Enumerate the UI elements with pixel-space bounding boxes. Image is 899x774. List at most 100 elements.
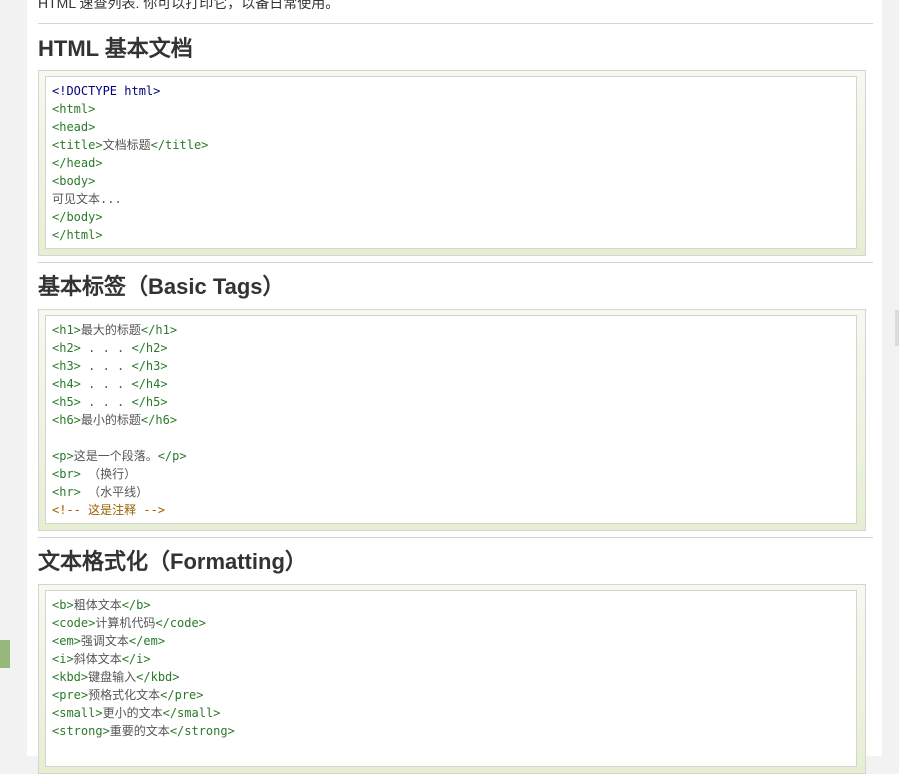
code-line: </html> [52, 226, 856, 244]
code-open-tag: <br> [52, 467, 81, 481]
code-text: 强调文本 [80, 634, 129, 648]
left-accent-bar [0, 640, 10, 668]
code-close-tag: </h2> [131, 341, 168, 355]
code-block: <!DOCTYPE html> <html> <head> <title>文档标题</… [45, 76, 857, 249]
code-text: （水平线） [80, 485, 149, 499]
code-text: 斜体文本 [73, 652, 122, 666]
code-text: 文档标题 [102, 138, 151, 152]
code-line: <body> [52, 172, 856, 190]
code-open-tag: <em> [52, 634, 81, 648]
section-title-basic-tags: 基本标签（Basic Tags） [38, 274, 285, 299]
code-line: <h2> . . . </h2> [52, 339, 856, 357]
code-line: <!DOCTYPE html> [52, 82, 856, 100]
example-box-formatting: <b>粗体文本</b> <code>计算机代码</code> <em>强调文本</e… [38, 584, 866, 774]
code-close-tag: </code> [155, 616, 206, 630]
code-line: <b>粗体文本</b> [52, 596, 856, 614]
code-tag: </body> [52, 210, 103, 224]
code-close-tag: </pre> [160, 688, 204, 702]
code-open-tag: <b> [52, 598, 74, 612]
code-open-tag: <pre> [52, 688, 89, 702]
code-close-tag: </h6> [140, 413, 178, 427]
code-tag: </head> [52, 156, 103, 170]
code-text: 粗体文本 [73, 598, 122, 612]
code-line: <em>强调文本</em> [52, 632, 856, 650]
code-text: 最小的标题 [80, 413, 141, 427]
code-line: <html> [52, 100, 856, 118]
code-open-tag: <code> [52, 616, 96, 630]
code-doctype: <!DOCTYPE html> [52, 84, 161, 98]
code-line: <small>更小的文本</small> [52, 704, 856, 722]
code-text: 可见文本... [52, 192, 122, 206]
code-line: </body> [52, 208, 856, 226]
code-line: <head> [52, 118, 856, 136]
code-line: <i>斜体文本</i> [52, 650, 856, 668]
code-text: . . . [80, 395, 132, 409]
code-open-tag: <hr> [52, 485, 81, 499]
code-line: <h6>最小的标题</h6> [52, 411, 856, 429]
divider [38, 262, 873, 263]
code-close-tag: </p> [157, 449, 187, 463]
code-line: <p>这是一个段落。</p> [52, 447, 856, 465]
example-box-basic-tags: <h1>最大的标题</h1> <h2> . . . </h2> <h3> . . .… [38, 309, 866, 531]
code-block: <h1>最大的标题</h1> <h2> . . . </h2> <h3> . . .… [45, 315, 857, 524]
code-line: <h3> . . . </h3> [52, 357, 856, 375]
code-text: 最大的标题 [80, 323, 141, 337]
code-line: 可见文本... [52, 190, 856, 208]
code-text: 重要的文本 [109, 724, 170, 738]
code-line: <kbd>键盘输入</kbd> [52, 668, 856, 686]
code-text: . . . [80, 377, 132, 391]
code-tag: <html> [52, 102, 96, 116]
code-line: <pre>预格式化文本</pre> [52, 686, 856, 704]
main-content: HTML 速查列表. 你可以打印它，以备日常使用。 HTML 基本文档 <!DO… [27, 0, 882, 774]
code-text: . . . [80, 341, 132, 355]
code-open-tag: <small> [52, 706, 103, 720]
code-text: 更小的文本 [102, 706, 163, 720]
code-close-tag: </i> [121, 652, 151, 666]
code-line: <strong>重要的文本</strong> [52, 722, 856, 740]
code-tag: <body> [52, 174, 96, 188]
code-close-tag: </h1> [140, 323, 178, 337]
code-text: 计算机代码 [95, 616, 156, 630]
code-close-tag: </em> [128, 634, 166, 648]
section-title-formatting: 文本格式化（Formatting） [38, 549, 307, 574]
code-open-tag: <strong> [52, 724, 110, 738]
code-line: <title>文档标题</title> [52, 136, 856, 154]
code-open-tag: <h6> [52, 413, 81, 427]
code-text: 这是一个段落。 [73, 449, 158, 463]
code-line: <!-- 这是注释 --> [52, 501, 856, 519]
code-open-tag: <h4> [52, 377, 81, 391]
example-box-basic-document: <!DOCTYPE html> <html> <head> <title>文档标题</… [38, 70, 866, 256]
code-close-tag: </small> [162, 706, 221, 720]
code-text: 预格式化文本 [88, 688, 161, 702]
divider [38, 537, 873, 538]
code-open-tag: <h1> [52, 323, 81, 337]
code-block: <b>粗体文本</b> <code>计算机代码</code> <em>强调文本</e… [45, 590, 857, 767]
code-line: <h1>最大的标题</h1> [52, 321, 856, 339]
code-line: <h4> . . . </h4> [52, 375, 856, 393]
code-close-tag: </h5> [131, 395, 168, 409]
code-close-tag: </h4> [131, 377, 168, 391]
code-line: <br> （换行） [52, 465, 856, 483]
code-open-tag: <h2> [52, 341, 81, 355]
code-line: <code>计算机代码</code> [52, 614, 856, 632]
code-comment: <!-- 这是注释 --> [52, 503, 166, 517]
code-close-tag: </b> [121, 598, 151, 612]
code-close-tag: </title> [150, 138, 209, 152]
code-open-tag: <h5> [52, 395, 81, 409]
code-close-tag: </h3> [131, 359, 168, 373]
section-title-basic-document: HTML 基本文档 [38, 36, 193, 61]
code-close-tag: </kbd> [136, 670, 180, 684]
scrollbar-thumb[interactable] [895, 310, 899, 346]
code-open-tag: <title> [52, 138, 103, 152]
code-tag: <head> [52, 120, 96, 134]
code-line: <hr> （水平线） [52, 483, 856, 501]
code-open-tag: <i> [52, 652, 74, 666]
code-line: <h5> . . . </h5> [52, 393, 856, 411]
code-open-tag: <p> [52, 449, 74, 463]
code-text: . . . [80, 359, 132, 373]
code-open-tag: <h3> [52, 359, 81, 373]
divider [38, 23, 873, 24]
code-close-tag: </strong> [169, 724, 235, 738]
code-text: 键盘输入 [88, 670, 137, 684]
